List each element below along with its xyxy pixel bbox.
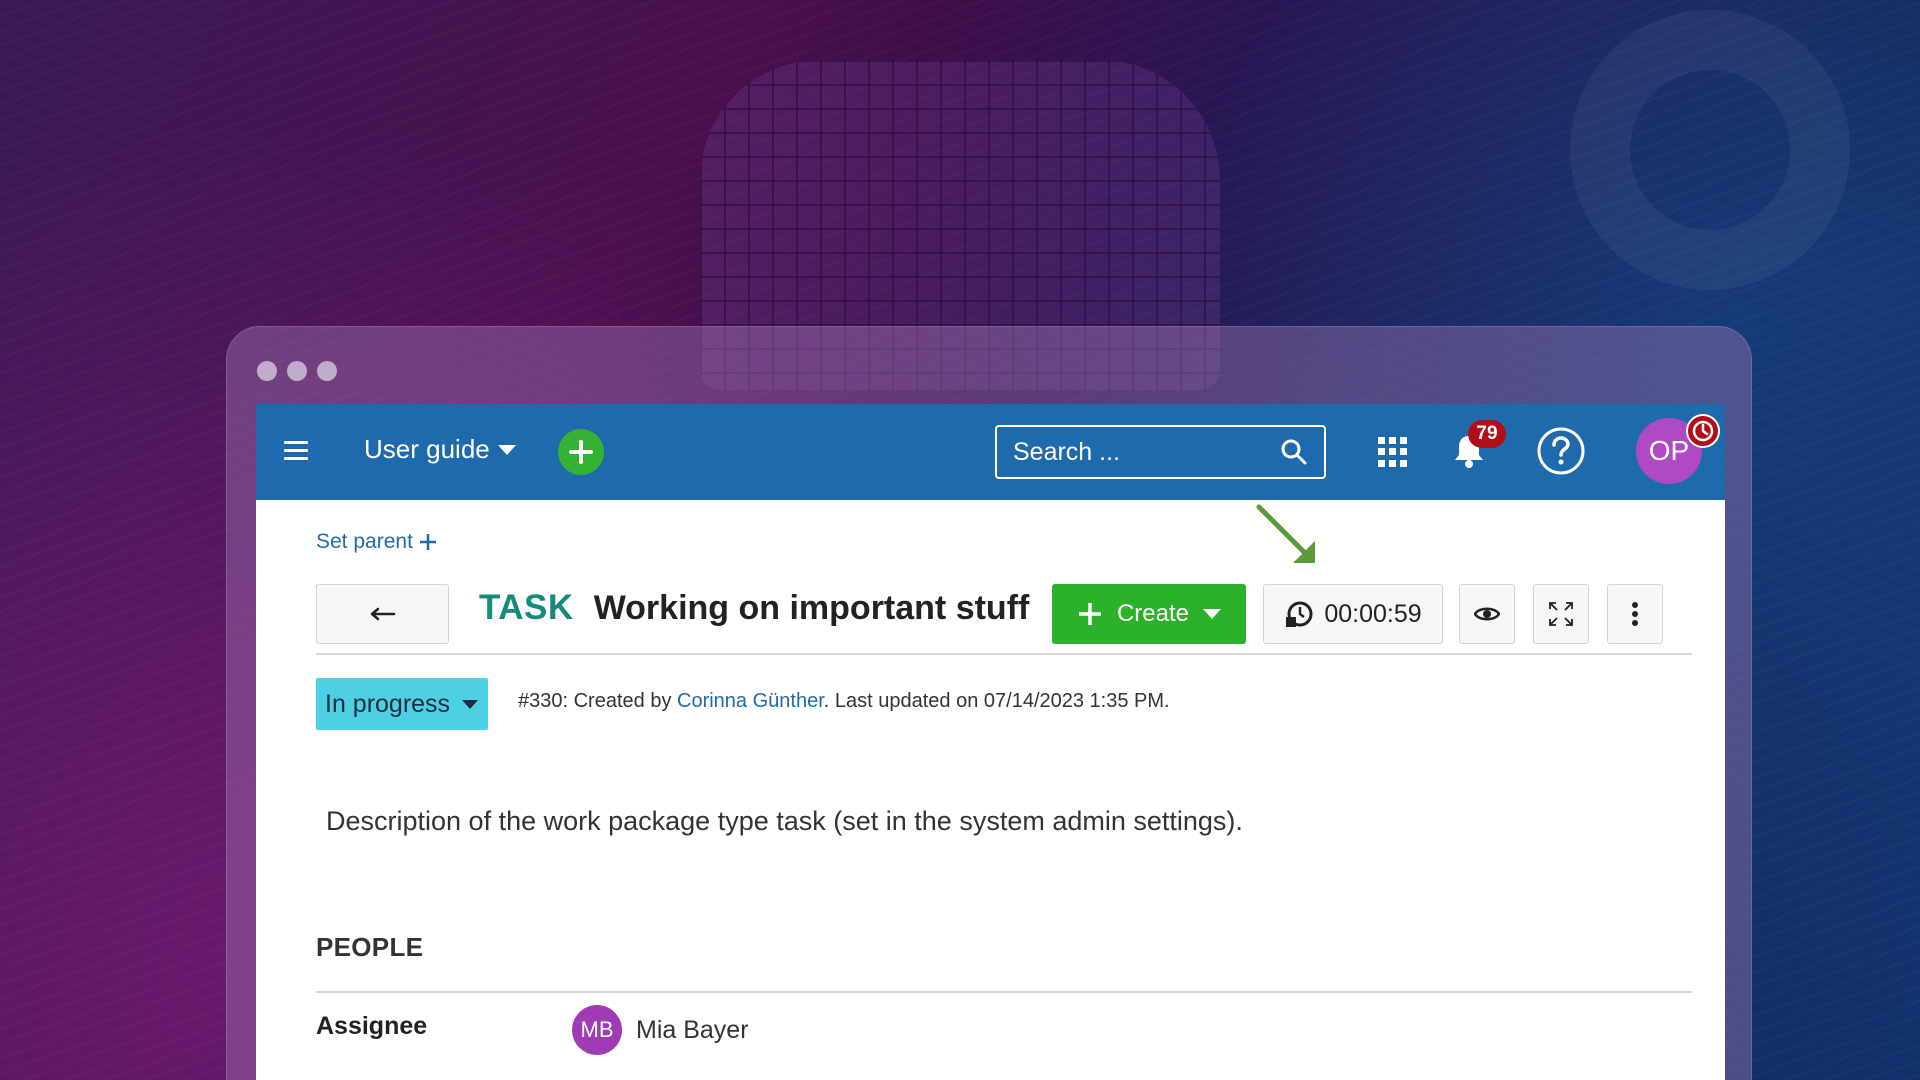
fullscreen-icon bbox=[1549, 602, 1573, 626]
section-divider bbox=[316, 991, 1692, 993]
search-placeholder: Search ... bbox=[1013, 437, 1120, 466]
status-label: In progress bbox=[325, 689, 451, 718]
work-package-subject[interactable]: Working on important stuff bbox=[594, 589, 1030, 628]
search-input[interactable]: Search ... bbox=[995, 425, 1326, 479]
menu-icon[interactable] bbox=[284, 441, 308, 461]
time-tracking-button[interactable]: 00:00:59 bbox=[1263, 584, 1443, 644]
work-package-meta: #330: Created by Corinna Günther. Last u… bbox=[518, 690, 1170, 713]
set-parent-link[interactable]: Set parent bbox=[316, 530, 437, 554]
chevron-down-icon bbox=[462, 700, 478, 709]
work-package-content: Set parent TASK Working on important stu… bbox=[316, 500, 1692, 1080]
eye-icon bbox=[1474, 607, 1500, 621]
timer-value: 00:00:59 bbox=[1324, 599, 1422, 628]
active-timer-badge bbox=[1686, 414, 1720, 448]
watch-button[interactable] bbox=[1459, 584, 1515, 644]
back-arrow-icon bbox=[370, 607, 395, 621]
back-button[interactable] bbox=[316, 584, 449, 644]
window-dot bbox=[257, 361, 277, 381]
search-icon[interactable] bbox=[1280, 438, 1308, 466]
apps-grid-icon[interactable] bbox=[1378, 437, 1408, 467]
create-button[interactable]: Create bbox=[1052, 584, 1246, 644]
chevron-down-icon bbox=[497, 444, 516, 455]
people-section-title: PEOPLE bbox=[316, 932, 424, 962]
plus-icon bbox=[419, 534, 436, 550]
description-text[interactable]: Description of the work package type tas… bbox=[326, 806, 1243, 837]
title-divider bbox=[316, 653, 1692, 655]
timer-icon bbox=[1286, 601, 1313, 627]
work-package-title: TASK Working on important stuff bbox=[479, 588, 1029, 628]
top-header: User guide Search ... 79 OP bbox=[256, 404, 1725, 500]
work-package-type: TASK bbox=[479, 588, 574, 627]
set-parent-label: Set parent bbox=[316, 530, 413, 553]
notification-count-badge: 79 bbox=[1468, 420, 1506, 448]
author-link[interactable]: Corinna Günther bbox=[677, 690, 824, 712]
meta-prefix: #330: Created by bbox=[518, 690, 677, 712]
assignee-label: Assignee bbox=[316, 1012, 428, 1040]
meta-suffix: . Last updated on 07/14/2023 1:35 PM. bbox=[823, 690, 1170, 712]
plus-icon bbox=[569, 440, 593, 464]
assignee-name: Mia Bayer bbox=[636, 1015, 749, 1044]
quick-add-button[interactable] bbox=[558, 429, 604, 475]
more-vertical-icon bbox=[1632, 602, 1638, 626]
window-dot bbox=[317, 361, 337, 381]
pointer-arrow-icon bbox=[1256, 504, 1315, 563]
more-actions-button[interactable] bbox=[1607, 584, 1663, 644]
clock-icon bbox=[1692, 420, 1714, 442]
fullscreen-button[interactable] bbox=[1533, 584, 1589, 644]
create-label: Create bbox=[1116, 600, 1190, 627]
background-gear bbox=[1570, 10, 1850, 290]
help-icon[interactable] bbox=[1536, 426, 1586, 476]
project-name: User guide bbox=[364, 434, 490, 464]
assignee-avatar: MB bbox=[572, 1005, 622, 1055]
project-selector[interactable]: User guide bbox=[364, 434, 516, 465]
assignee-field[interactable]: MB Mia Bayer bbox=[572, 1005, 749, 1055]
app-window: User guide Search ... 79 OP Set parent T… bbox=[256, 404, 1725, 1080]
plus-icon bbox=[1078, 603, 1101, 625]
status-dropdown[interactable]: In progress bbox=[316, 678, 488, 730]
window-dot bbox=[287, 361, 307, 381]
chevron-down-icon bbox=[1203, 609, 1222, 619]
